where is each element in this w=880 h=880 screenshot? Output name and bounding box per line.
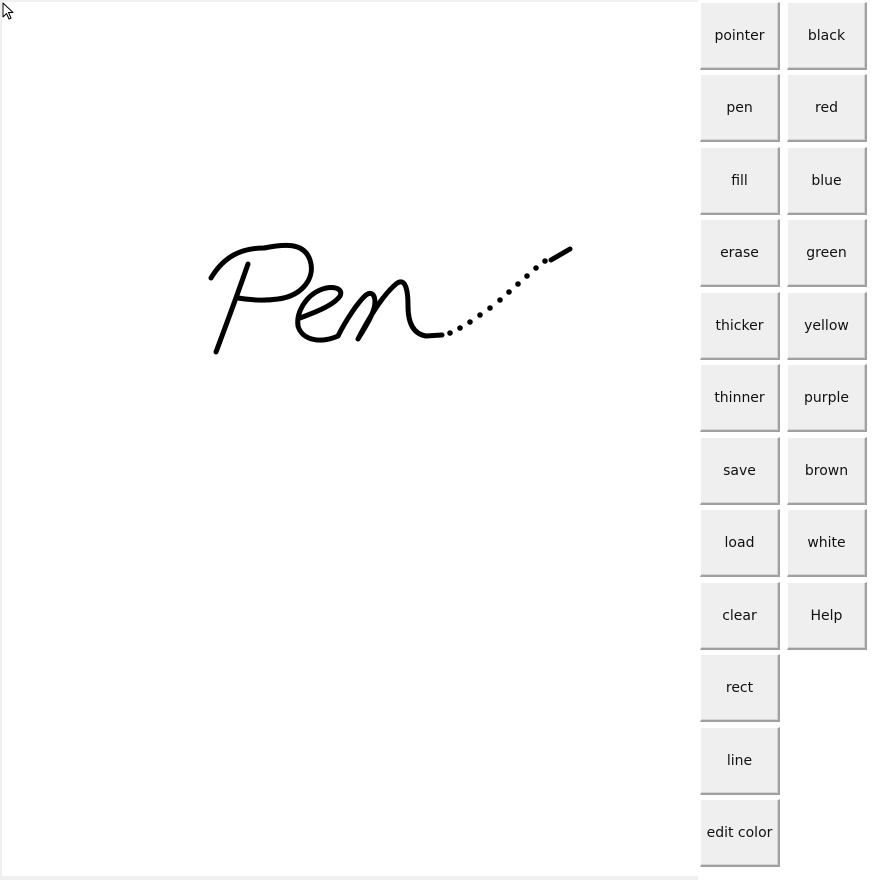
color-green-button[interactable]: green: [787, 219, 867, 287]
color-white-button[interactable]: white: [787, 509, 867, 577]
stroke-dotted-tail: [447, 258, 548, 336]
color-yellow-button[interactable]: yellow: [787, 292, 867, 360]
stroke-n: [335, 279, 445, 342]
rect-button[interactable]: rect: [700, 654, 780, 722]
color-black-button[interactable]: black: [787, 2, 867, 70]
stroke-p-loop: [208, 242, 314, 303]
stroke-final-dash: [548, 246, 573, 263]
load-button[interactable]: load: [700, 509, 780, 577]
stroke-p-stem: [213, 261, 251, 355]
color-brown-button[interactable]: brown: [787, 437, 867, 505]
erase-button[interactable]: erase: [700, 219, 780, 287]
color-blue-button[interactable]: blue: [787, 147, 867, 215]
clear-button[interactable]: clear: [700, 582, 780, 650]
thicker-button[interactable]: thicker: [700, 292, 780, 360]
save-button[interactable]: save: [700, 437, 780, 505]
drawing-canvas[interactable]: [2, 2, 698, 876]
pen-button[interactable]: pen: [700, 74, 780, 142]
line-button[interactable]: line: [700, 727, 780, 795]
pointer-button[interactable]: pointer: [700, 2, 780, 70]
help-button[interactable]: Help: [787, 582, 867, 650]
thinner-button[interactable]: thinner: [700, 364, 780, 432]
mouse-pointer-icon: [2, 2, 14, 20]
stroke-e: [295, 285, 344, 343]
fill-button[interactable]: fill: [700, 147, 780, 215]
edit-color-button[interactable]: edit color: [700, 799, 780, 867]
color-purple-button[interactable]: purple: [787, 364, 867, 432]
drawing-layer: [208, 242, 573, 355]
color-red-button[interactable]: red: [787, 74, 867, 142]
